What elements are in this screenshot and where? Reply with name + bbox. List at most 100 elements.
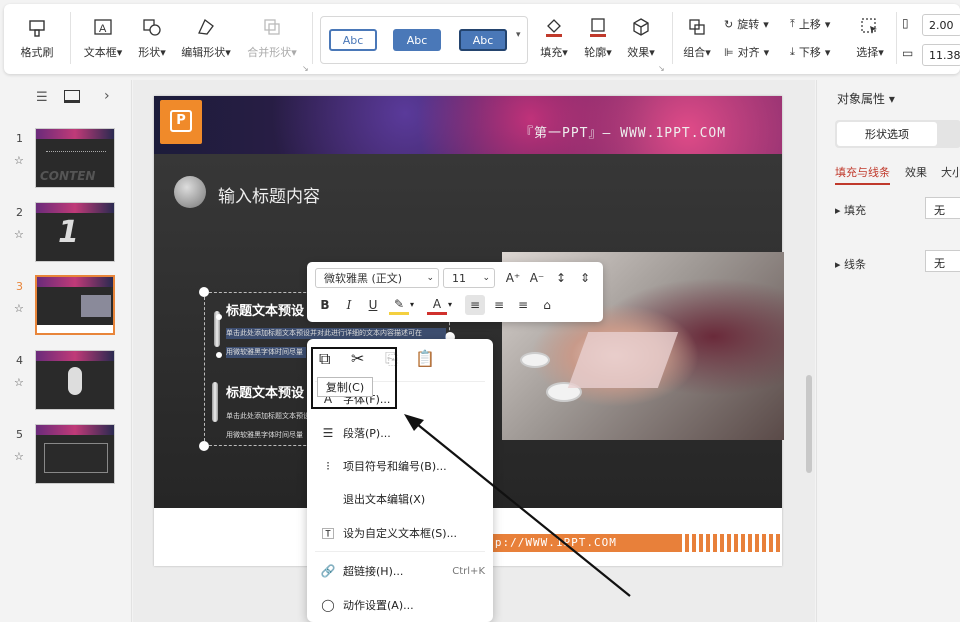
- slide-number: 4: [16, 354, 23, 367]
- slide-number: 5: [16, 428, 23, 441]
- mini-format-toolbar: 微软雅黑 (正文) ⌄ 11 ⌄ A⁺ A⁻ ↕ ⇕ B I U ✎ ▾ A ▾ ≡…: [307, 262, 603, 322]
- italic-icon[interactable]: I: [339, 295, 359, 315]
- shape-icon: [139, 14, 165, 40]
- menu-item-hyperlink[interactable]: 🔗 超链接(H)... Ctrl+K: [319, 559, 485, 583]
- bold-icon[interactable]: B: [315, 295, 335, 315]
- format-painter-icon[interactable]: ⌂: [537, 295, 557, 315]
- height-input[interactable]: 2.00: [922, 14, 960, 36]
- collapse-panel-icon[interactable]: ›: [104, 88, 110, 104]
- edit-shape-button[interactable]: 编辑形状▾: [178, 10, 234, 66]
- shape-button[interactable]: 形状▾: [132, 10, 172, 66]
- effect-button[interactable]: 效果▾: [621, 10, 661, 66]
- font-color-icon[interactable]: A: [427, 295, 447, 315]
- dialog-launcher-icon-2[interactable]: ↘: [658, 64, 665, 73]
- outline-view-icon[interactable]: ☰: [36, 90, 48, 105]
- font-size-select[interactable]: 11 ⌄: [443, 268, 495, 288]
- star-icon[interactable]: ☆: [14, 376, 24, 389]
- slide-view-icon[interactable]: [64, 90, 80, 103]
- decrease-font-icon[interactable]: A⁻: [527, 268, 547, 288]
- fill-section[interactable]: ▸ 填充: [835, 202, 866, 218]
- format-painter-icon: [24, 14, 50, 40]
- tab-shape-options[interactable]: 形状选项: [837, 122, 937, 146]
- rotate-icon: ↻: [724, 17, 734, 31]
- line-select[interactable]: 无: [925, 250, 960, 272]
- line-spacing-icon[interactable]: ↕: [551, 268, 571, 288]
- format-painter-button[interactable]: 格式刷: [14, 10, 60, 66]
- menu-item-exit-edit[interactable]: 退出文本编辑(X): [319, 487, 485, 511]
- style-outline-sample[interactable]: Abc: [329, 29, 377, 51]
- highlight-box: [311, 347, 397, 409]
- dialog-launcher-icon[interactable]: ↘: [302, 64, 309, 73]
- sub-title-1[interactable]: 标题文本预设: [226, 300, 304, 319]
- star-icon[interactable]: ☆: [14, 154, 24, 167]
- slide-thumbnail-2[interactable]: 1: [35, 202, 115, 262]
- tab-size[interactable]: 大小: [941, 164, 960, 180]
- align-button[interactable]: ⊫ 对齐 ▾: [724, 44, 769, 60]
- chevron-down-icon[interactable]: ▾: [448, 300, 452, 309]
- tab-effect[interactable]: 效果: [905, 164, 927, 180]
- cube-effect-icon: [628, 14, 654, 40]
- ribbon: 格式刷 A 文本框▾ 形状▾ 编辑形状▾ 合并形状▾ Abc Abc Abc ▾…: [4, 4, 960, 74]
- fill-select[interactable]: 无: [925, 197, 960, 219]
- group-icon: [684, 14, 710, 40]
- bring-up-button[interactable]: ⤒ 上移 ▾: [790, 16, 830, 32]
- body-line-4: 用微软雅黑字体时间尽量: [226, 431, 303, 439]
- menu-item-action[interactable]: ◯ 动作设置(A)...: [319, 593, 485, 617]
- slide-thumbnail-3[interactable]: [35, 275, 115, 335]
- svg-text:A: A: [99, 23, 107, 35]
- star-icon[interactable]: ☆: [14, 228, 24, 241]
- vertical-scrollbar[interactable]: [806, 375, 812, 473]
- slide-number-active: 3: [16, 280, 23, 293]
- select-button[interactable]: 选择▾: [850, 10, 890, 66]
- font-name-select[interactable]: 微软雅黑 (正文) ⌄: [315, 268, 439, 288]
- link-icon: 🔗: [320, 564, 336, 578]
- body-line-1: 单击此处添加标题文本预设并对此进行详细的文本内容描述可在: [226, 329, 422, 337]
- menu-item-set-default[interactable]: 🅃 设为自定义文本框(S)...: [319, 521, 485, 545]
- paste-special-icon[interactable]: 📋: [415, 349, 435, 368]
- slide-title[interactable]: 输入标题内容: [218, 182, 320, 207]
- rotate-button[interactable]: ↻ 旋转 ▾: [724, 16, 769, 32]
- tab-fill-line[interactable]: 填充与线条: [835, 164, 890, 185]
- align-icon: ⊫: [724, 45, 734, 59]
- body-line-3: 单击此处添加标题文本预设: [226, 412, 310, 420]
- star-icon[interactable]: ☆: [14, 450, 24, 463]
- menu-item-paragraph[interactable]: ☰ 段落(P)...: [319, 421, 485, 445]
- slide-thumbnail-5[interactable]: [35, 424, 115, 484]
- footer-url: http://WWW.1PPT.COM: [472, 536, 617, 549]
- increase-font-icon[interactable]: A⁺: [503, 268, 523, 288]
- style-gallery-more-icon[interactable]: ▾: [516, 30, 521, 40]
- width-input[interactable]: 11.38: [922, 44, 960, 66]
- align-left-icon[interactable]: ≡: [465, 295, 485, 315]
- outline-button[interactable]: 轮廓▾: [578, 10, 618, 66]
- slide-thumbnail-1[interactable]: CONTEN: [35, 128, 115, 188]
- style-fill-sample[interactable]: Abc: [393, 29, 441, 51]
- textbox-icon: A: [90, 14, 116, 40]
- panel-title[interactable]: 对象属性 ▾: [837, 90, 895, 107]
- align-right-icon[interactable]: ≡: [513, 295, 533, 315]
- textbox-button[interactable]: A 文本框▾: [78, 10, 128, 66]
- chevron-down-icon[interactable]: ▾: [410, 300, 414, 309]
- underline-icon[interactable]: U: [363, 295, 383, 315]
- menu-item-bullets[interactable]: ⁝ 项目符号和编号(B)...: [319, 454, 485, 478]
- height-icon: ▯: [902, 16, 909, 30]
- highlight-icon[interactable]: ✎: [389, 295, 409, 315]
- edit-shape-icon: [193, 14, 219, 40]
- slide-number: 2: [16, 206, 23, 219]
- fill-button[interactable]: 填充▾: [534, 10, 574, 66]
- sub-title-2[interactable]: 标题文本预设: [226, 382, 304, 401]
- group-button[interactable]: 组合▾: [678, 10, 716, 66]
- select-pointer-icon: [857, 14, 883, 40]
- slide-header-text: 『第一PPT』— WWW.1PPT.COM: [520, 126, 727, 141]
- bullets-icon: ⁝: [326, 459, 330, 473]
- paragraph-spacing-icon[interactable]: ⇕: [575, 268, 595, 288]
- slide-thumbnail-4[interactable]: [35, 350, 115, 410]
- merge-shape-icon: [259, 14, 285, 40]
- mouse-icon: ◯: [321, 598, 335, 612]
- merge-shape-button[interactable]: 合并形状▾: [244, 10, 300, 66]
- line-section[interactable]: ▸ 线条: [835, 256, 866, 272]
- outline-icon: [585, 14, 611, 40]
- send-down-button[interactable]: ⤓ 下移 ▾: [790, 44, 830, 60]
- style-shadow-sample[interactable]: Abc: [459, 29, 507, 51]
- align-center-icon[interactable]: ≡: [489, 295, 509, 315]
- star-icon[interactable]: ☆: [14, 302, 24, 315]
